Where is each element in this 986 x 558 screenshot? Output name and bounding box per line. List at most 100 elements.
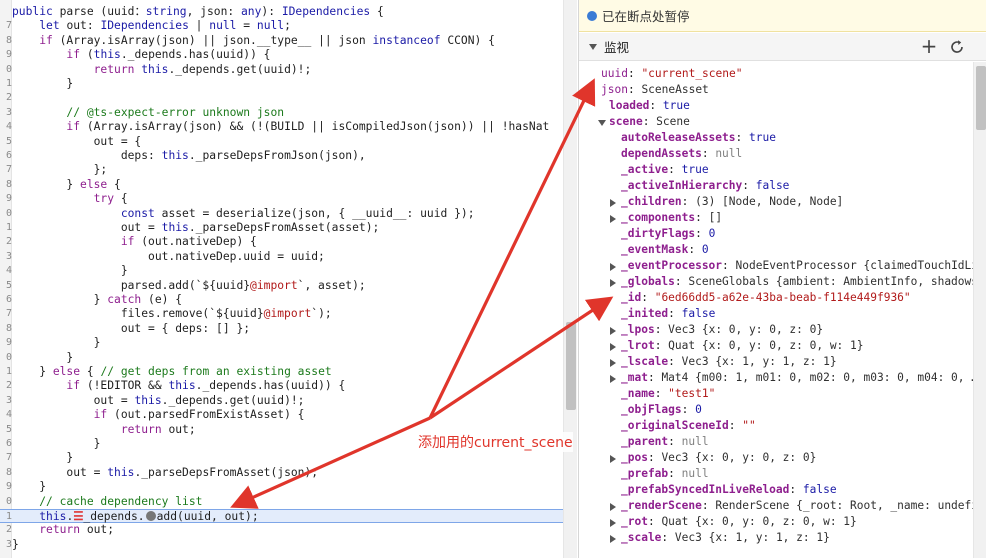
watch-row[interactable]: autoReleaseAssets: true: [579, 130, 979, 146]
watch-row[interactable]: _active: true: [579, 162, 979, 178]
code-scrollbar[interactable]: [563, 0, 577, 558]
line-number[interactable]: 3: [0, 538, 12, 552]
line-number[interactable]: 0: [0, 63, 12, 77]
watch-row[interactable]: _originalSceneId: "": [579, 418, 979, 434]
code-line[interactable]: 2 if (!EDITOR && this._depends.has(uuid)…: [0, 379, 563, 393]
line-number[interactable]: 2: [0, 523, 12, 537]
line-number[interactable]: 1: [0, 221, 12, 235]
watch-row[interactable]: _pos: Vec3 {x: 0, y: 0, z: 0}: [579, 450, 979, 466]
code-line[interactable]: 9 }: [0, 336, 563, 350]
code-line[interactable]: 0 }: [0, 351, 563, 365]
code-line[interactable]: 9 try {: [0, 192, 563, 206]
line-number[interactable]: 5: [0, 279, 12, 293]
watch-row[interactable]: _parent: null: [579, 434, 979, 450]
watch-row[interactable]: _prefabSyncedInLiveReload: false: [579, 482, 979, 498]
debugger-scrollbar-thumb[interactable]: [976, 66, 986, 130]
watch-row[interactable]: _components: []: [579, 210, 979, 226]
code-line[interactable]: 7 }: [0, 451, 563, 465]
line-number[interactable]: 6: [0, 293, 12, 307]
watch-row[interactable]: dependAssets: null: [579, 146, 979, 162]
watch-row[interactable]: json: SceneAsset: [579, 82, 979, 98]
current-execution-line[interactable]: 1 this.☰_depends. add(uuid, out);: [0, 509, 563, 524]
line-number[interactable]: 8: [0, 322, 12, 336]
watch-row[interactable]: _lrot: Quat {x: 0, y: 0, z: 0, w: 1}: [579, 338, 979, 354]
code-line[interactable]: 4 if (out.parsedFromExistAsset) {: [0, 408, 563, 422]
collapsed-triangle-icon[interactable]: [610, 343, 616, 351]
code-line[interactable]: 6 } catch (e) {: [0, 293, 563, 307]
code-line[interactable]: 7 let out: IDependencies | null = null;: [0, 19, 563, 33]
code-line[interactable]: 4 if (Array.isArray(json) && (!(BUILD ||…: [0, 120, 563, 134]
code-line[interactable]: 1 }: [0, 77, 563, 91]
watch-row[interactable]: _lscale: Vec3 {x: 1, y: 1, z: 1}: [579, 354, 979, 370]
collapsed-triangle-icon[interactable]: [610, 279, 616, 287]
collapsed-triangle-icon[interactable]: [610, 375, 616, 383]
code-line[interactable]: 8 out = this._parseDepsFromAsset(json);: [0, 466, 563, 480]
watch-row[interactable]: _name: "test1": [579, 386, 979, 402]
line-number[interactable]: 2: [0, 91, 12, 105]
code-line[interactable]: 2: [0, 91, 563, 105]
code-line[interactable]: public parse (uuid：string, json: any): I…: [0, 5, 563, 19]
line-number[interactable]: 1: [0, 365, 12, 379]
code-line[interactable]: 4 }: [0, 264, 563, 278]
line-number[interactable]: 0: [0, 351, 12, 365]
collapsed-triangle-icon[interactable]: [610, 327, 616, 335]
collapsed-triangle-icon[interactable]: [610, 535, 616, 543]
step-marker-icon[interactable]: [145, 511, 156, 521]
code-scrollbar-thumb[interactable]: [566, 322, 576, 410]
refresh-icon[interactable]: [947, 37, 967, 57]
line-number[interactable]: 7: [0, 451, 12, 465]
code-line[interactable]: 2 if (out.nativeDep) {: [0, 235, 563, 249]
watch-row[interactable]: _rot: Quat {x: 0, y: 0, z: 0, w: 1}: [579, 514, 979, 530]
watch-row[interactable]: _dirtyFlags: 0: [579, 226, 979, 242]
code-line[interactable]: 3}: [0, 538, 563, 552]
watch-section-header[interactable]: 监视 +: [579, 33, 986, 61]
watch-row[interactable]: _inited: false: [579, 306, 979, 322]
line-number[interactable]: 1: [0, 77, 12, 91]
line-number[interactable]: 7: [0, 19, 12, 33]
line-number[interactable]: 3: [0, 106, 12, 120]
code-line[interactable]: 6 deps: this._parseDepsFromJson(json),: [0, 149, 563, 163]
watch-row[interactable]: _objFlags: 0: [579, 402, 979, 418]
collapsed-triangle-icon[interactable]: [610, 519, 616, 527]
code-line[interactable]: 5 parsed.add(`${uuid}@import`, asset);: [0, 279, 563, 293]
code-line[interactable]: 0 const asset = deserialize(json, { __uu…: [0, 207, 563, 221]
watch-row[interactable]: scene: Scene: [579, 114, 979, 130]
watch-row[interactable]: _renderScene: RenderScene {_root: Root, …: [579, 498, 979, 514]
collapsed-triangle-icon[interactable]: [610, 455, 616, 463]
watch-row[interactable]: _children: (3) [Node, Node, Node]: [579, 194, 979, 210]
code-line[interactable]: 7 };: [0, 163, 563, 177]
watch-row[interactable]: _mat: Mat4 {m00: 1, m01: 0, m02: 0, m03:…: [579, 370, 979, 386]
collapsed-triangle-icon[interactable]: [610, 215, 616, 223]
collapse-triangle-icon[interactable]: [589, 43, 597, 50]
line-number[interactable]: 0: [0, 495, 12, 509]
line-number[interactable]: 6: [0, 149, 12, 163]
line-number[interactable]: 8: [0, 466, 12, 480]
line-number[interactable]: 4: [0, 408, 12, 422]
line-number[interactable]: 1: [0, 510, 12, 524]
code-editor[interactable]: public parse (uuid：string, json: any): I…: [0, 0, 563, 558]
line-number[interactable]: 9: [0, 480, 12, 494]
line-number[interactable]: 7: [0, 307, 12, 321]
watch-row[interactable]: _globals: SceneGlobals {ambient: Ambient…: [579, 274, 979, 290]
watch-row[interactable]: uuid: "current_scene": [579, 66, 979, 82]
code-line[interactable]: 8 if (Array.isArray(json) || json.__type…: [0, 34, 563, 48]
collapsed-triangle-icon[interactable]: [610, 263, 616, 271]
line-number[interactable]: 9: [0, 336, 12, 350]
plus-icon[interactable]: +: [919, 36, 939, 57]
line-number[interactable]: 7: [0, 163, 12, 177]
code-line[interactable]: 3 out = this._depends.get(uuid)!;: [0, 394, 563, 408]
watch-row[interactable]: _eventMask: 0: [579, 242, 979, 258]
watch-row[interactable]: _scale: Vec3 {x: 1, y: 1, z: 1}: [579, 530, 979, 546]
line-number[interactable]: 8: [0, 178, 12, 192]
debugger-scrollbar[interactable]: [973, 62, 986, 558]
code-line[interactable]: 3 // @ts-expect-error unknown json: [0, 106, 563, 120]
code-line[interactable]: 7 files.remove(`${uuid}@import`);: [0, 307, 563, 321]
line-number[interactable]: 4: [0, 264, 12, 278]
code-line[interactable]: 0 return this._depends.get(uuid)!;: [0, 63, 563, 77]
line-number[interactable]: 6: [0, 437, 12, 451]
watch-row[interactable]: _prefab: null: [579, 466, 979, 482]
line-number[interactable]: 9: [0, 192, 12, 206]
code-line[interactable]: 1 out = this._parseDepsFromAsset(asset);: [0, 221, 563, 235]
code-line[interactable]: 0 // cache dependency list: [0, 495, 563, 509]
watch-row[interactable]: _eventProcessor: NodeEventProcessor {cla…: [579, 258, 979, 274]
